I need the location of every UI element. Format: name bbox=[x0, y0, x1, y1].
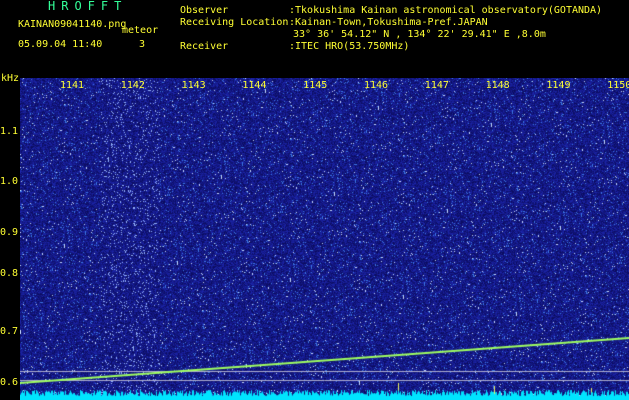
y-tick-label: 1.1 bbox=[0, 126, 19, 137]
x-tick-label: 1141 bbox=[60, 80, 85, 91]
file-name: KAINAN09041140.png bbox=[18, 19, 127, 30]
x-tick-label: 1147 bbox=[424, 80, 449, 91]
x-tick-label: 1146 bbox=[364, 80, 389, 91]
y-axis-unit: kHz bbox=[1, 73, 20, 84]
meteor-count: 3 bbox=[139, 39, 146, 50]
x-tick-label: 1148 bbox=[485, 80, 510, 91]
x-tick-label: 1144 bbox=[242, 80, 267, 91]
app-title: HROFFT bbox=[48, 0, 128, 13]
y-tick-label: 1.0 bbox=[0, 176, 19, 187]
x-tick-label: 1145 bbox=[303, 80, 328, 91]
location-label: Receiving Location bbox=[180, 17, 289, 28]
x-tick-label: 1150 bbox=[607, 80, 629, 91]
y-tick-label: 0.8 bbox=[0, 268, 19, 279]
meteor-label: meteor bbox=[122, 25, 159, 36]
observer-value: :Tkokushima Kainan astronomical observat… bbox=[289, 5, 603, 16]
y-tick-label: 0.9 bbox=[0, 227, 19, 238]
x-tick-label: 1142 bbox=[120, 80, 145, 91]
receiver-value: :ITEC HRO(53.750MHz) bbox=[289, 41, 410, 52]
timestamp: 05.09.04 11:40 bbox=[18, 39, 103, 50]
header-panel: HROFFT KAINAN09041140.png meteor 05.09.0… bbox=[0, 0, 629, 73]
x-tick-label: 1149 bbox=[546, 80, 571, 91]
y-tick-label: 0.7 bbox=[0, 326, 19, 337]
y-tick-label: 0.6 bbox=[0, 377, 19, 388]
location-value: :Kainan-Town,Tokushima-Pref.JAPAN bbox=[289, 17, 488, 28]
coordinates: 33° 36' 54.12" N , 134° 22' 29.41" E ,8.… bbox=[293, 29, 546, 40]
spectrogram[interactable] bbox=[20, 78, 629, 400]
observer-label: Observer bbox=[180, 5, 229, 16]
x-tick-label: 1143 bbox=[181, 80, 206, 91]
receiver-label: Receiver bbox=[180, 41, 229, 52]
